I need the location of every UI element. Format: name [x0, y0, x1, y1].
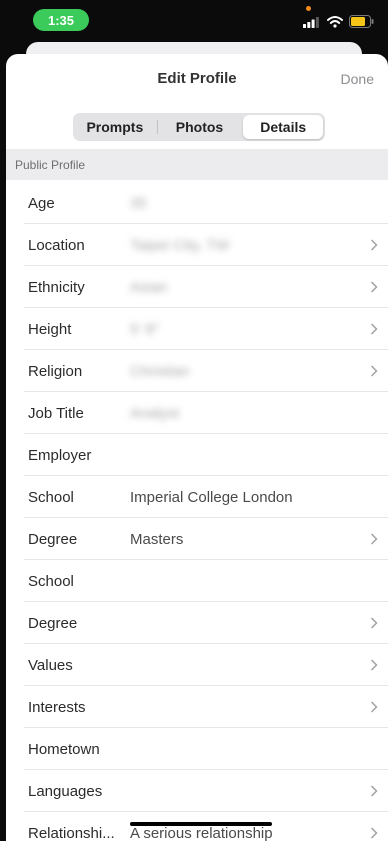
status-time: 1:35	[33, 9, 89, 31]
row-label: Location	[28, 236, 85, 254]
row-values[interactable]: Values	[6, 644, 388, 686]
row-value: Analyst	[130, 404, 180, 422]
done-button[interactable]: Done	[341, 71, 374, 87]
row-location[interactable]: Location Taipei City, TW	[6, 224, 388, 266]
status-bar: 1:35	[0, 0, 388, 46]
row-value: Imperial College London	[130, 488, 293, 506]
censor-bar	[130, 822, 272, 826]
chevron-right-icon	[370, 701, 378, 713]
row-school-2[interactable]: School	[6, 560, 388, 602]
row-ethnicity[interactable]: Ethnicity Asian	[6, 266, 388, 308]
chevron-right-icon	[370, 281, 378, 293]
row-label: School	[28, 572, 74, 590]
row-label: Languages	[28, 782, 103, 800]
chevron-right-icon	[370, 659, 378, 671]
row-label: Ethnicity	[28, 278, 85, 296]
row-label: Hometown	[28, 740, 100, 758]
row-interests[interactable]: Interests	[6, 686, 388, 728]
tab-photos[interactable]: Photos	[160, 115, 240, 139]
row-value: Christian	[130, 362, 190, 380]
row-value: Taipei City, TW	[130, 236, 230, 254]
row-age[interactable]: Age 35	[6, 182, 388, 224]
tab-divider	[156, 120, 158, 134]
row-school[interactable]: School Imperial College London	[6, 476, 388, 518]
row-degree[interactable]: Degree Masters	[6, 518, 388, 560]
row-relationship[interactable]: Relationshi... A serious relationship	[6, 812, 388, 841]
chevron-right-icon	[370, 617, 378, 629]
row-label: Height	[28, 320, 72, 338]
row-label: Degree	[28, 614, 78, 632]
cellular-signal-icon	[303, 17, 319, 28]
tab-details[interactable]: Details	[243, 115, 324, 139]
section-header: Public Profile	[6, 149, 388, 180]
wifi-icon	[327, 16, 343, 28]
row-job-title[interactable]: Job Title Analyst	[6, 392, 388, 434]
tab-prompts[interactable]: Prompts	[75, 115, 155, 139]
privacy-indicator-dot	[306, 6, 311, 11]
row-value: 5' 8"	[130, 320, 160, 338]
row-value: A serious relationship	[130, 824, 273, 841]
battery-icon	[349, 15, 374, 28]
row-label: Religion	[28, 362, 83, 380]
row-label: Job Title	[28, 404, 84, 422]
row-degree-2[interactable]: Degree	[6, 602, 388, 644]
row-label: Values	[28, 656, 73, 674]
row-hometown[interactable]: Hometown	[6, 728, 388, 770]
row-label: School	[28, 488, 74, 506]
row-height[interactable]: Height 5' 8"	[6, 308, 388, 350]
row-languages[interactable]: Languages	[6, 770, 388, 812]
row-label: Employer	[28, 446, 92, 464]
details-list: Age 35 Location Taipei City, TW Ethnicit…	[6, 182, 388, 841]
row-label: Age	[28, 194, 55, 212]
page-title: Edit Profile	[157, 70, 237, 87]
chevron-right-icon	[370, 323, 378, 335]
row-religion[interactable]: Religion Christian	[6, 350, 388, 392]
row-label: Relationshi...	[28, 824, 115, 841]
row-label: Degree	[28, 530, 78, 548]
chevron-right-icon	[370, 785, 378, 797]
row-value: Masters	[130, 530, 184, 548]
row-value: Asian	[130, 278, 168, 296]
row-employer[interactable]: Employer	[6, 434, 388, 476]
chevron-right-icon	[370, 533, 378, 545]
row-value: 35	[130, 194, 147, 212]
edit-profile-sheet: Edit Profile Done Prompts Photos Details…	[6, 54, 388, 841]
profile-tabs: Prompts Photos Details	[73, 113, 325, 141]
row-label: Interests	[28, 698, 86, 716]
chevron-right-icon	[370, 239, 378, 251]
chevron-right-icon	[370, 365, 378, 377]
chevron-right-icon	[370, 827, 378, 839]
